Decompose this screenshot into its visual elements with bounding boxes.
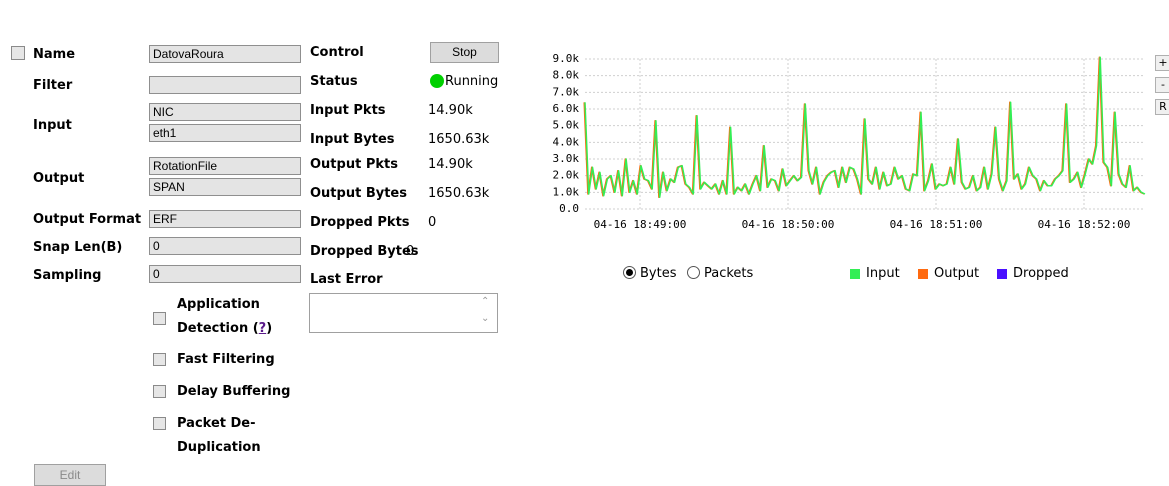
packet-dedup-label: Packet De- Duplication	[177, 412, 261, 460]
stop-button[interactable]: Stop	[430, 42, 499, 63]
sampling-label: Sampling	[33, 268, 102, 283]
sampling-field[interactable]: 0	[149, 265, 301, 283]
legend-input-swatch	[850, 269, 860, 279]
output-pkts-value: 14.90k	[428, 157, 473, 172]
x-tick-label: 04-16 18:51:00	[890, 218, 983, 231]
snap-len-field[interactable]: 0	[149, 237, 301, 255]
snap-len-label: Snap Len(B)	[33, 240, 123, 255]
packet-dedup-line2: Duplication	[177, 440, 261, 455]
output-label: Output	[33, 171, 85, 186]
status-value: Running	[445, 74, 499, 89]
input-bytes-label: Input Bytes	[310, 132, 395, 147]
x-tick-label: 04-16 18:49:00	[594, 218, 687, 231]
input-pkts-value: 14.90k	[428, 103, 473, 118]
input-bytes-value: 1650.63k	[428, 132, 490, 147]
y-tick-label: 9.0k	[553, 52, 580, 65]
scroll-down-icon[interactable]: ⌄	[481, 313, 489, 324]
legend-output-swatch	[918, 269, 928, 279]
y-tick-label: 1.0k	[553, 185, 580, 198]
dropped-pkts-value: 0	[428, 215, 437, 230]
output-bytes-label: Output Bytes	[310, 186, 407, 201]
output-bytes-value: 1650.63k	[428, 186, 490, 201]
legend-dropped-label: Dropped	[1013, 266, 1069, 281]
packet-dedup-line1: Packet De-	[177, 416, 256, 431]
zoom-in-button[interactable]: +	[1155, 55, 1169, 71]
input-type-field[interactable]: NIC	[149, 103, 301, 121]
last-error-label: Last Error	[310, 272, 383, 287]
status-indicator-icon	[430, 74, 444, 88]
scroll-up-icon[interactable]: ⌃	[481, 296, 489, 307]
legend-dropped-swatch	[997, 269, 1007, 279]
app-detection-label: Application Detection (?)	[177, 293, 272, 341]
last-error-textarea[interactable]	[309, 293, 498, 333]
name-field[interactable]: DatovaRoura	[149, 45, 301, 63]
app-detection-line2: Detection (	[177, 321, 259, 336]
input-interface-field[interactable]: eth1	[149, 124, 301, 142]
control-label: Control	[310, 45, 364, 60]
app-detection-line1: Application	[177, 297, 260, 312]
dropped-bytes-value: 0	[406, 244, 415, 259]
bytes-radio[interactable]	[623, 266, 636, 279]
x-tick-label: 04-16 18:52:00	[1038, 218, 1131, 231]
filter-field[interactable]	[149, 76, 301, 94]
select-checkbox[interactable]	[11, 46, 25, 60]
packets-radio[interactable]	[687, 266, 700, 279]
legend-output-label: Output	[934, 266, 980, 281]
dropped-pkts-label: Dropped Pkts	[310, 215, 410, 230]
name-label: Name	[33, 47, 76, 62]
legend-input-label: Input	[866, 266, 900, 281]
filter-label: Filter	[33, 78, 73, 93]
status-label: Status	[310, 74, 358, 89]
output-format-label: Output Format	[33, 212, 142, 227]
output-type-field[interactable]: RotationFile	[149, 157, 301, 175]
y-tick-label: 6.0k	[553, 102, 580, 115]
output-pkts-label: Output Pkts	[310, 157, 398, 172]
dropped-bytes-label: Dropped Bytes	[310, 244, 419, 259]
y-tick-label: 3.0k	[553, 152, 580, 165]
output-target-field[interactable]: SPAN	[149, 178, 301, 196]
app-detection-close: )	[266, 321, 273, 336]
reset-zoom-button[interactable]: R	[1155, 99, 1169, 115]
y-tick-label: 2.0k	[553, 169, 580, 182]
output-format-field[interactable]: ERF	[149, 210, 301, 228]
y-tick-label: 8.0k	[553, 69, 580, 82]
app-detection-checkbox[interactable]	[153, 312, 166, 325]
fast-filtering-checkbox[interactable]	[153, 353, 166, 366]
packet-dedup-checkbox[interactable]	[153, 417, 166, 430]
x-tick-label: 04-16 18:50:00	[742, 218, 835, 231]
delay-buffering-checkbox[interactable]	[153, 385, 166, 398]
y-tick-label: 0.0	[559, 202, 579, 215]
delay-buffering-label: Delay Buffering	[177, 384, 291, 399]
fast-filtering-label: Fast Filtering	[177, 352, 275, 367]
y-tick-label: 4.0k	[553, 135, 580, 148]
series-line-input	[584, 56, 1146, 199]
traffic-chart: 0.01.0k2.0k3.0k4.0k5.0k6.0k7.0k8.0k9.0k …	[553, 52, 1146, 231]
bytes-radio-label: Bytes	[640, 266, 677, 281]
edit-button[interactable]: Edit	[34, 464, 106, 486]
packets-radio-label: Packets	[704, 266, 754, 281]
y-tick-label: 5.0k	[553, 119, 580, 132]
input-pkts-label: Input Pkts	[310, 103, 386, 118]
zoom-out-button[interactable]: -	[1155, 77, 1169, 93]
y-tick-label: 7.0k	[553, 85, 580, 98]
input-label: Input	[33, 118, 72, 133]
